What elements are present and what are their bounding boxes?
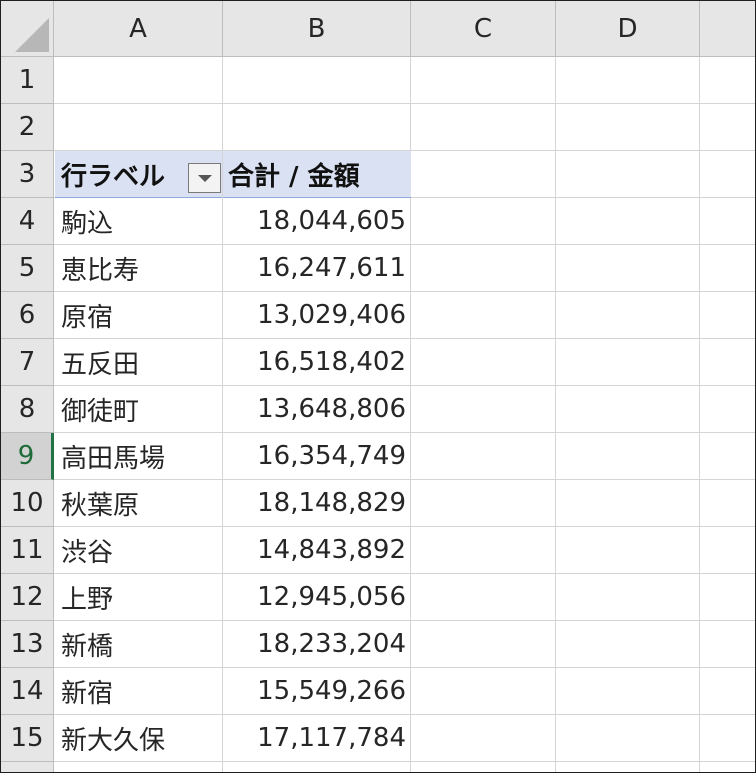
select-all-button[interactable] [1,1,54,57]
row-header[interactable]: 12 [1,574,54,621]
pivot-row-label[interactable]: 駒込 [55,198,222,244]
gridline [699,57,700,772]
pivot-row-label[interactable]: 秋葉原 [55,480,222,526]
column-header-e[interactable] [700,1,755,57]
dropdown-arrow-icon [197,174,212,182]
pivot-row-label[interactable]: 渋谷 [55,527,222,573]
row-header[interactable]: 11 [1,527,54,574]
pivot-value-cell[interactable]: 18,044,605 [223,198,410,244]
gridline [54,761,755,762]
row-header[interactable]: 1 [1,57,54,104]
row-header[interactable]: 14 [1,668,54,715]
row-header[interactable]: 7 [1,339,54,386]
row-header[interactable]: 6 [1,292,54,339]
column-header-a[interactable]: A [54,1,223,57]
pivot-row-label-text: 行ラベル [61,161,166,192]
select-all-triangle-icon [15,18,49,52]
pivot-row-label[interactable]: 御徒町 [55,386,222,432]
pivot-value-cell[interactable]: 12,945,056 [223,574,410,620]
row-header[interactable]: 13 [1,621,54,668]
pivot-value-cell[interactable]: 13,029,406 [223,292,410,338]
row-header[interactable]: 3 [1,151,54,198]
pivot-row-label[interactable]: 恵比寿 [55,245,222,291]
row-header[interactable]: 9 [1,433,54,480]
pivot-row-label[interactable]: 五反田 [55,339,222,385]
pivot-value-cell[interactable]: 16,247,611 [223,245,410,291]
pivot-row-label[interactable]: 原宿 [55,292,222,338]
row-header[interactable]: 10 [1,480,54,527]
pivot-row-label[interactable]: 新大久保 [55,715,222,761]
pivot-row-label[interactable]: 上野 [55,574,222,620]
pivot-value-cell[interactable]: 17,117,784 [223,715,410,761]
column-header-c[interactable]: C [411,1,556,57]
pivot-row-label[interactable]: 新宿 [55,668,222,714]
pivot-value-header[interactable]: 合計 / 金額 [223,151,411,198]
pivot-value-cell[interactable]: 16,518,402 [223,339,410,385]
spreadsheet-grid: A B C D 1 2 3 4 5 6 7 8 9 10 11 12 13 14 15 駒込 18,044,60… [0,0,756,773]
row-header[interactable] [1,762,54,772]
pivot-value-cell[interactable]: 16,354,749 [223,433,410,479]
gridline [555,57,556,772]
row-label-filter-dropdown-button[interactable] [188,163,221,193]
row-header[interactable]: 8 [1,386,54,433]
row-header[interactable]: 5 [1,245,54,292]
pivot-value-cell[interactable]: 15,549,266 [223,668,410,714]
row-header[interactable]: 2 [1,104,54,151]
pivot-value-cell[interactable]: 13,648,806 [223,386,410,432]
pivot-value-cell[interactable]: 18,148,829 [223,480,410,526]
column-header-b[interactable]: B [223,1,411,57]
pivot-row-label[interactable]: 新橋 [55,621,222,667]
column-header-d[interactable]: D [556,1,700,57]
row-header[interactable]: 4 [1,198,54,245]
pivot-value-cell[interactable]: 18,233,204 [223,621,410,667]
gridline [54,103,755,104]
pivot-row-label[interactable]: 高田馬場 [55,433,222,479]
row-header[interactable]: 15 [1,715,54,762]
pivot-value-cell[interactable]: 14,843,892 [223,527,410,573]
